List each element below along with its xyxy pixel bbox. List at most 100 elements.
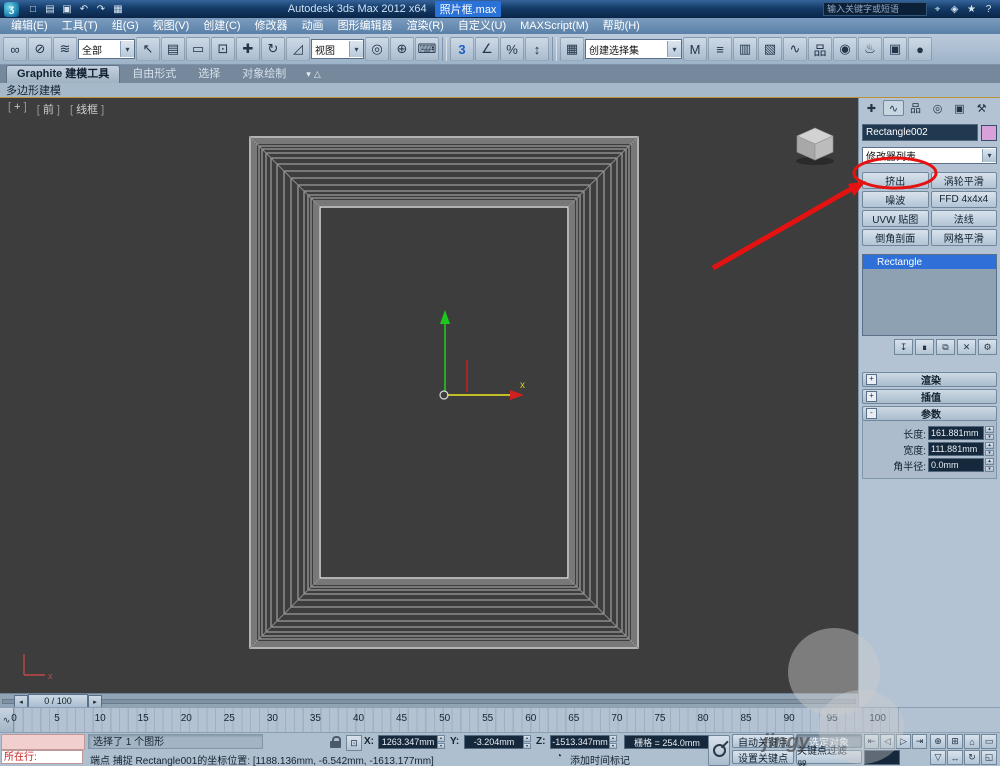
macro-recorder-field[interactable] bbox=[1, 734, 85, 750]
previous-frame-icon[interactable]: ◁ bbox=[880, 734, 895, 749]
menu-item[interactable]: 编辑(E) bbox=[4, 18, 55, 34]
render-setup-icon[interactable]: ♨ bbox=[858, 37, 882, 61]
ribbon-tab[interactable]: 自由形式 bbox=[122, 66, 186, 83]
chevron-down-icon[interactable]: ▾ bbox=[667, 41, 681, 57]
selection-lock-icon[interactable] bbox=[330, 736, 341, 748]
go-to-start-icon[interactable]: ⇤ bbox=[864, 734, 879, 749]
menu-item[interactable]: 组(G) bbox=[105, 18, 146, 34]
maximize-viewport-icon[interactable]: ◱ bbox=[981, 750, 997, 765]
modifier-button[interactable]: 噪波 bbox=[862, 191, 929, 208]
render-production-icon[interactable]: ● bbox=[908, 37, 932, 61]
modifier-button[interactable]: UVW 贴图 bbox=[862, 210, 929, 227]
set-key-button[interactable]: 设置关键点 bbox=[732, 750, 794, 765]
open-file-icon[interactable]: ▤ bbox=[42, 2, 58, 16]
zoom-icon[interactable]: ⊕ bbox=[930, 734, 946, 749]
remove-modifier-icon[interactable]: ✕ bbox=[957, 339, 976, 355]
menu-item[interactable]: 动画 bbox=[295, 18, 331, 34]
pan-icon[interactable]: ↔ bbox=[947, 750, 963, 765]
polygon-modeling-panel[interactable]: 多边形建模 bbox=[0, 82, 61, 98]
select-and-manipulate-icon[interactable]: ⊕ bbox=[390, 37, 414, 61]
make-unique-icon[interactable]: ⧉ bbox=[936, 339, 955, 355]
absolute-mode-toggle-icon[interactable]: ⊡ bbox=[346, 735, 362, 751]
z-coord-field[interactable]: -1513.347mm bbox=[550, 735, 610, 749]
spinner-snap-icon[interactable]: ↕ bbox=[525, 37, 549, 61]
length-field[interactable]: 161.881mm bbox=[928, 426, 984, 440]
corner-radius-field[interactable]: 0.0mm bbox=[928, 458, 984, 472]
add-time-tag[interactable]: 添加时间标记 bbox=[570, 752, 630, 766]
modifier-button[interactable]: 倒角剖面 bbox=[862, 229, 929, 246]
angle-snap-icon[interactable]: ∠ bbox=[475, 37, 499, 61]
search-icon[interactable]: ⌖ bbox=[930, 2, 945, 16]
snaps-toggle-icon[interactable]: 3 bbox=[450, 37, 474, 61]
modify-tab-icon[interactable]: ∿ bbox=[883, 100, 904, 116]
select-and-move-icon[interactable]: ✚ bbox=[236, 37, 260, 61]
favorites-icon[interactable]: ★ bbox=[964, 2, 979, 16]
ribbon-options-icon[interactable]: ▾ bbox=[306, 69, 311, 80]
configure-modifier-sets-icon[interactable]: ⚙ bbox=[978, 339, 997, 355]
object-name-field[interactable]: Rectangle002 bbox=[862, 124, 978, 141]
menu-item[interactable]: MAXScript(M) bbox=[513, 18, 595, 34]
rollout-parameters[interactable]: - 参数 bbox=[862, 406, 997, 421]
zoom-extents-icon[interactable]: ⌂ bbox=[964, 734, 980, 749]
modifier-button[interactable]: FFD 4x4x4 bbox=[930, 191, 997, 208]
reference-coordinate-dropdown[interactable]: 视图 ▾ bbox=[311, 39, 364, 59]
infocenter-search-input[interactable] bbox=[823, 2, 927, 16]
rendered-frame-icon[interactable]: ▣ bbox=[883, 37, 907, 61]
viewcube[interactable] bbox=[796, 127, 834, 165]
pin-stack-icon[interactable]: ↧ bbox=[894, 339, 913, 355]
select-and-scale-icon[interactable]: ◿ bbox=[286, 37, 310, 61]
menu-item[interactable]: 视图(V) bbox=[146, 18, 197, 34]
rollout-interpolation[interactable]: + 插值 bbox=[862, 389, 997, 404]
layer-manager-icon[interactable]: ▥ bbox=[733, 37, 757, 61]
select-object-icon[interactable]: ↖ bbox=[136, 37, 160, 61]
set-keys-button[interactable] bbox=[708, 735, 730, 766]
orbit-icon[interactable]: ↻ bbox=[964, 750, 980, 765]
edit-named-selection-sets-icon[interactable]: ▦ bbox=[560, 37, 584, 61]
zoom-region-icon[interactable]: ▭ bbox=[981, 734, 997, 749]
hierarchy-tab-icon[interactable]: 品 bbox=[905, 100, 926, 116]
save-file-icon[interactable]: ▣ bbox=[59, 2, 75, 16]
percent-snap-icon[interactable]: % bbox=[500, 37, 524, 61]
z-coord-spinner[interactable]: ▴ ▾ bbox=[609, 735, 617, 749]
time-slider[interactable]: ◂ 0 / 100 ▸ bbox=[0, 693, 858, 708]
time-slider-handle[interactable]: 0 / 100 bbox=[28, 694, 88, 708]
unlink-selection-icon[interactable]: ⊘ bbox=[28, 37, 52, 61]
material-editor-icon[interactable]: ◉ bbox=[833, 37, 857, 61]
menu-item[interactable]: 图形编辑器 bbox=[331, 18, 400, 34]
x-coord-field[interactable]: 1263.347mm bbox=[378, 735, 438, 749]
viewport-pov-menu[interactable]: 前 bbox=[37, 101, 60, 117]
time-slider-track[interactable] bbox=[2, 699, 856, 704]
chevron-down-icon[interactable]: ▾ bbox=[982, 149, 996, 162]
width-spinner[interactable]: ▴ ▾ bbox=[985, 442, 994, 456]
stack-item[interactable]: Rectangle bbox=[863, 255, 996, 269]
project-folder-icon[interactable]: ▦ bbox=[110, 2, 126, 16]
menu-item[interactable]: 帮助(H) bbox=[596, 18, 647, 34]
undo-icon[interactable]: ↶ bbox=[76, 2, 92, 16]
zoom-all-icon[interactable]: ⊞ bbox=[947, 734, 963, 749]
mirror-icon[interactable]: M bbox=[683, 37, 707, 61]
ribbon-tab[interactable]: Graphite 建模工具 bbox=[6, 65, 121, 83]
maxscript-mini-listener[interactable]: 所在行: bbox=[1, 750, 83, 764]
go-to-end-icon[interactable]: ⇥ bbox=[912, 734, 927, 749]
corner-radius-spinner[interactable]: ▴ ▾ bbox=[985, 458, 994, 472]
y-coord-field[interactable]: -3.204mm bbox=[464, 735, 524, 749]
select-by-name-icon[interactable]: ▤ bbox=[161, 37, 185, 61]
modifier-stack[interactable]: Rectangle bbox=[862, 254, 997, 336]
modifier-button[interactable]: 法线 bbox=[930, 210, 997, 227]
ribbon-tab[interactable]: 选择 bbox=[188, 66, 230, 83]
keyboard-override-icon[interactable]: ⌨ bbox=[415, 37, 439, 61]
length-spinner[interactable]: ▴ ▾ bbox=[985, 426, 994, 440]
ribbon-minimize-icon[interactable]: △ bbox=[314, 69, 321, 80]
graphite-ribbon-toggle-icon[interactable]: ▧ bbox=[758, 37, 782, 61]
curve-editor-icon[interactable]: ∿ bbox=[783, 37, 807, 61]
menu-item[interactable]: 修改器 bbox=[248, 18, 295, 34]
modifier-button[interactable]: 涡轮平滑 bbox=[930, 172, 997, 189]
select-and-rotate-icon[interactable]: ↻ bbox=[261, 37, 285, 61]
current-frame-field[interactable] bbox=[864, 750, 900, 765]
display-tab-icon[interactable]: ▣ bbox=[949, 100, 970, 116]
auto-key-button[interactable]: 自动关键点 bbox=[732, 734, 794, 749]
3dsmax-logo-icon[interactable]: ʒ bbox=[4, 1, 19, 17]
communication-center-icon[interactable]: ◈ bbox=[947, 2, 962, 16]
x-coord-spinner[interactable]: ▴ ▾ bbox=[437, 735, 445, 749]
schematic-view-icon[interactable]: 品 bbox=[808, 37, 832, 61]
